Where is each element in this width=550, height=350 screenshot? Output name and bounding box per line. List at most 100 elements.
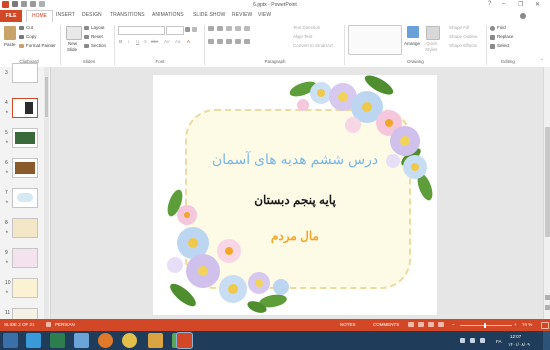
comments-button[interactable]: COMMENTS [373, 322, 399, 327]
align-left-icon[interactable] [208, 39, 214, 44]
zoom-level[interactable]: 74 % [522, 322, 532, 327]
text-direction-button[interactable]: Text Direction [293, 25, 320, 30]
help-button[interactable]: ? [488, 1, 491, 7]
font-color-button[interactable]: A [187, 39, 190, 44]
zoom-slider-thumb[interactable] [484, 323, 486, 328]
quick-styles-button-line2[interactable]: Styles [425, 47, 437, 52]
cut-button[interactable]: Cut [26, 25, 33, 30]
columns-icon[interactable] [244, 39, 250, 44]
previous-slide-icon[interactable] [545, 295, 550, 300]
bold-button[interactable]: B [119, 39, 122, 44]
slide-thumbnail[interactable] [12, 63, 38, 83]
shape-fill-button[interactable]: Shape Fill [449, 25, 469, 30]
slide-sorter-icon[interactable] [418, 322, 424, 327]
shapes-gallery[interactable] [348, 25, 402, 55]
current-slide[interactable]: درس ششم هدیه های آسمان پایه پنجم دبستان … [153, 75, 437, 315]
zoom-out-button[interactable]: − [452, 322, 455, 327]
underline-button[interactable]: U [136, 39, 139, 44]
slide-thumbnail[interactable] [12, 128, 38, 148]
decrease-indent-icon[interactable] [226, 26, 232, 31]
spell-check-icon[interactable] [46, 322, 51, 327]
zoom-in-button[interactable]: + [514, 322, 517, 327]
slide-show-icon[interactable] [438, 322, 444, 327]
chrome-icon[interactable] [122, 333, 137, 348]
thumbnail-scrollbar[interactable] [44, 67, 49, 319]
firefox-icon[interactable] [98, 333, 113, 348]
strikethrough-button[interactable]: abc [151, 39, 158, 44]
tab-review[interactable]: REVIEW [232, 12, 252, 18]
slide-title[interactable]: درس ششم هدیه های آسمان [153, 151, 437, 168]
arrange-button[interactable]: Arrange [404, 41, 420, 46]
language-indicator[interactable]: PERSIAN [55, 322, 75, 327]
collapse-ribbon-icon[interactable]: ⌃ [540, 58, 544, 64]
align-center-icon[interactable] [217, 39, 223, 44]
internet-explorer-icon[interactable] [50, 333, 65, 348]
select-button[interactable]: Select [497, 43, 510, 48]
network-icon[interactable] [460, 338, 465, 343]
reading-view-icon[interactable] [428, 322, 434, 327]
format-painter-button[interactable]: Format Painter [26, 43, 56, 48]
paste-button[interactable]: Paste [4, 42, 16, 47]
fit-slide-icon[interactable] [541, 322, 549, 329]
scrollbar-thumb[interactable] [545, 127, 550, 237]
arrange-icon[interactable] [407, 26, 419, 38]
justify-icon[interactable] [235, 39, 241, 44]
font-size-dropdown[interactable] [166, 26, 184, 35]
tab-design[interactable]: DESIGN [82, 12, 102, 18]
show-desktop-button[interactable] [543, 331, 550, 350]
quick-styles-button[interactable]: Quick [426, 41, 438, 46]
paste-icon[interactable] [4, 26, 16, 40]
tab-animations[interactable]: ANIMATIONS [152, 12, 184, 18]
italic-button[interactable]: I [128, 39, 129, 44]
increase-indent-icon[interactable] [235, 26, 241, 31]
slide-thumbnail[interactable] [12, 218, 38, 238]
find-button[interactable]: Find [497, 25, 506, 30]
tab-view[interactable]: VIEW [258, 12, 271, 18]
volume-icon[interactable] [470, 338, 475, 343]
tray-overflow-icon[interactable] [480, 338, 485, 343]
notes-button[interactable]: NOTES [340, 322, 356, 327]
tab-insert[interactable]: INSERT [56, 12, 75, 18]
rtl-icon[interactable] [244, 26, 250, 31]
scrollbar-thumb[interactable] [45, 77, 48, 117]
slide-subtitle[interactable]: پایه پنجم دبستان [153, 193, 437, 207]
restore-button[interactable]: ❐ [518, 1, 523, 8]
clock-date[interactable]: ۱۴۰۱/۰۸/۰۹ [508, 342, 530, 348]
tab-transitions[interactable]: TRANSITIONS [110, 12, 145, 18]
align-right-icon[interactable] [226, 39, 232, 44]
increase-font-icon[interactable] [185, 27, 190, 32]
replace-button[interactable]: Replace [497, 34, 514, 39]
telegram-icon[interactable] [26, 333, 41, 348]
slide-thumbnail[interactable] [12, 278, 38, 298]
user-icon[interactable] [520, 13, 526, 19]
numbering-icon[interactable] [217, 26, 223, 31]
quick-styles-icon[interactable] [426, 26, 440, 40]
convert-smartart-button[interactable]: Convert to SmartArt [293, 43, 333, 48]
shape-effects-button[interactable]: Shape Effects [449, 43, 477, 48]
slide-footer-text[interactable]: مال مردم [153, 229, 437, 243]
change-case-button[interactable]: Aa [175, 39, 181, 44]
normal-view-icon[interactable] [408, 322, 414, 327]
close-button[interactable]: ✕ [535, 1, 540, 8]
align-text-button[interactable]: Align Text [293, 34, 312, 39]
section-button[interactable]: Section [91, 43, 106, 48]
minimize-button[interactable]: – [502, 1, 505, 7]
layout-button[interactable]: Layout [91, 25, 105, 30]
clock-time[interactable]: 12:07 [510, 334, 521, 339]
tab-slide-show[interactable]: SLIDE SHOW [193, 12, 225, 18]
zoom-slider[interactable] [460, 323, 512, 328]
reset-button[interactable]: Reset [91, 34, 103, 39]
copy-button[interactable]: Copy [26, 34, 37, 39]
slide-thumbnail[interactable] [12, 158, 38, 178]
character-spacing-button[interactable]: AV [164, 39, 170, 44]
keyboard-language[interactable]: FA [496, 339, 502, 344]
decrease-font-icon[interactable] [192, 27, 197, 32]
tab-file[interactable]: FILE [0, 10, 22, 22]
slide-thumbnail[interactable] [12, 248, 38, 268]
bullets-icon[interactable] [208, 26, 214, 31]
start-button-icon[interactable] [3, 333, 18, 348]
font-name-dropdown[interactable] [118, 26, 165, 35]
new-slide-button[interactable]: New [68, 41, 77, 46]
slide-thumbnail[interactable] [12, 188, 38, 208]
powerpoint-taskbar-icon[interactable] [176, 332, 193, 349]
